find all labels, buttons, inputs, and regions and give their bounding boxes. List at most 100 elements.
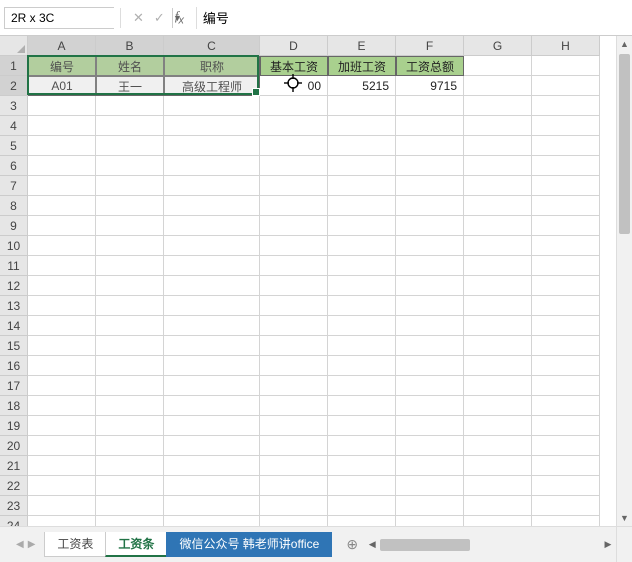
cell-E11[interactable] <box>328 256 396 276</box>
cell-G2[interactable] <box>464 76 532 96</box>
cell-F14[interactable] <box>396 316 464 336</box>
cell-A7[interactable] <box>28 176 96 196</box>
cell-A23[interactable] <box>28 496 96 516</box>
cell-B1[interactable]: 姓名 <box>96 56 164 76</box>
cell-C7[interactable] <box>164 176 260 196</box>
cell-A4[interactable] <box>28 116 96 136</box>
cell-G19[interactable] <box>464 416 532 436</box>
cell-B13[interactable] <box>96 296 164 316</box>
cell-C18[interactable] <box>164 396 260 416</box>
cell-F7[interactable] <box>396 176 464 196</box>
column-header-E[interactable]: E <box>328 36 396 56</box>
cell-F12[interactable] <box>396 276 464 296</box>
tab-next-icon[interactable]: ▶ <box>28 539 36 550</box>
row-header-22[interactable]: 22 <box>0 476 28 496</box>
cell-G13[interactable] <box>464 296 532 316</box>
cell-E17[interactable] <box>328 376 396 396</box>
cell-G16[interactable] <box>464 356 532 376</box>
sheet-tab-1[interactable]: 工资条 <box>105 532 167 557</box>
cell-A20[interactable] <box>28 436 96 456</box>
column-header-A[interactable]: A <box>28 36 96 56</box>
row-header-15[interactable]: 15 <box>0 336 28 356</box>
cell-G12[interactable] <box>464 276 532 296</box>
cell-B14[interactable] <box>96 316 164 336</box>
cell-A8[interactable] <box>28 196 96 216</box>
cell-A15[interactable] <box>28 336 96 356</box>
cell-A19[interactable] <box>28 416 96 436</box>
cell-A17[interactable] <box>28 376 96 396</box>
cell-C16[interactable] <box>164 356 260 376</box>
cell-G24[interactable] <box>464 516 532 526</box>
cell-B21[interactable] <box>96 456 164 476</box>
cell-F20[interactable] <box>396 436 464 456</box>
row-header-10[interactable]: 10 <box>0 236 28 256</box>
cell-D23[interactable] <box>260 496 328 516</box>
formula-input[interactable] <box>196 7 628 29</box>
cell-C13[interactable] <box>164 296 260 316</box>
hscroll-track[interactable] <box>380 537 600 553</box>
row-header-19[interactable]: 19 <box>0 416 28 436</box>
cell-E1[interactable]: 加班工资 <box>328 56 396 76</box>
cell-G18[interactable] <box>464 396 532 416</box>
cell-G8[interactable] <box>464 196 532 216</box>
vscroll-thumb[interactable] <box>619 54 630 234</box>
row-header-12[interactable]: 12 <box>0 276 28 296</box>
cell-H24[interactable] <box>532 516 600 526</box>
row-header-20[interactable]: 20 <box>0 436 28 456</box>
cell-B6[interactable] <box>96 156 164 176</box>
cell-E6[interactable] <box>328 156 396 176</box>
cell-H21[interactable] <box>532 456 600 476</box>
cell-H19[interactable] <box>532 416 600 436</box>
cell-C19[interactable] <box>164 416 260 436</box>
cell-E3[interactable] <box>328 96 396 116</box>
cell-H5[interactable] <box>532 136 600 156</box>
cell-C10[interactable] <box>164 236 260 256</box>
cell-G7[interactable] <box>464 176 532 196</box>
cell-E20[interactable] <box>328 436 396 456</box>
scroll-left-icon[interactable]: ◀ <box>364 537 380 553</box>
cell-E5[interactable] <box>328 136 396 156</box>
cell-B9[interactable] <box>96 216 164 236</box>
cell-A1[interactable]: 编号 <box>28 56 96 76</box>
column-header-G[interactable]: G <box>464 36 532 56</box>
cell-A10[interactable] <box>28 236 96 256</box>
cell-F11[interactable] <box>396 256 464 276</box>
cell-C23[interactable] <box>164 496 260 516</box>
fx-icon[interactable]: fx <box>175 8 184 27</box>
sheet-tab-2[interactable]: 微信公众号 韩老师讲office <box>166 532 332 557</box>
cell-C21[interactable] <box>164 456 260 476</box>
name-box[interactable]: ▼ <box>4 7 114 29</box>
cell-G11[interactable] <box>464 256 532 276</box>
cell-E4[interactable] <box>328 116 396 136</box>
cell-B18[interactable] <box>96 396 164 416</box>
cell-E21[interactable] <box>328 456 396 476</box>
row-header-13[interactable]: 13 <box>0 296 28 316</box>
cell-A11[interactable] <box>28 256 96 276</box>
cell-F24[interactable] <box>396 516 464 526</box>
cell-D13[interactable] <box>260 296 328 316</box>
cell-C15[interactable] <box>164 336 260 356</box>
cell-C1[interactable]: 职称 <box>164 56 260 76</box>
column-header-D[interactable]: D <box>260 36 328 56</box>
column-header-C[interactable]: C <box>164 36 260 56</box>
cell-H16[interactable] <box>532 356 600 376</box>
cell-F19[interactable] <box>396 416 464 436</box>
cell-H13[interactable] <box>532 296 600 316</box>
cell-H8[interactable] <box>532 196 600 216</box>
cell-H12[interactable] <box>532 276 600 296</box>
cell-H1[interactable] <box>532 56 600 76</box>
cell-A6[interactable] <box>28 156 96 176</box>
cell-B3[interactable] <box>96 96 164 116</box>
column-header-H[interactable]: H <box>532 36 600 56</box>
cell-B19[interactable] <box>96 416 164 436</box>
cell-D20[interactable] <box>260 436 328 456</box>
row-header-24[interactable]: 24 <box>0 516 28 526</box>
cell-E15[interactable] <box>328 336 396 356</box>
cell-C14[interactable] <box>164 316 260 336</box>
cell-B15[interactable] <box>96 336 164 356</box>
horizontal-scrollbar[interactable]: ◀ ▶ <box>364 537 616 553</box>
column-header-B[interactable]: B <box>96 36 164 56</box>
cell-A21[interactable] <box>28 456 96 476</box>
cell-B8[interactable] <box>96 196 164 216</box>
cell-C22[interactable] <box>164 476 260 496</box>
